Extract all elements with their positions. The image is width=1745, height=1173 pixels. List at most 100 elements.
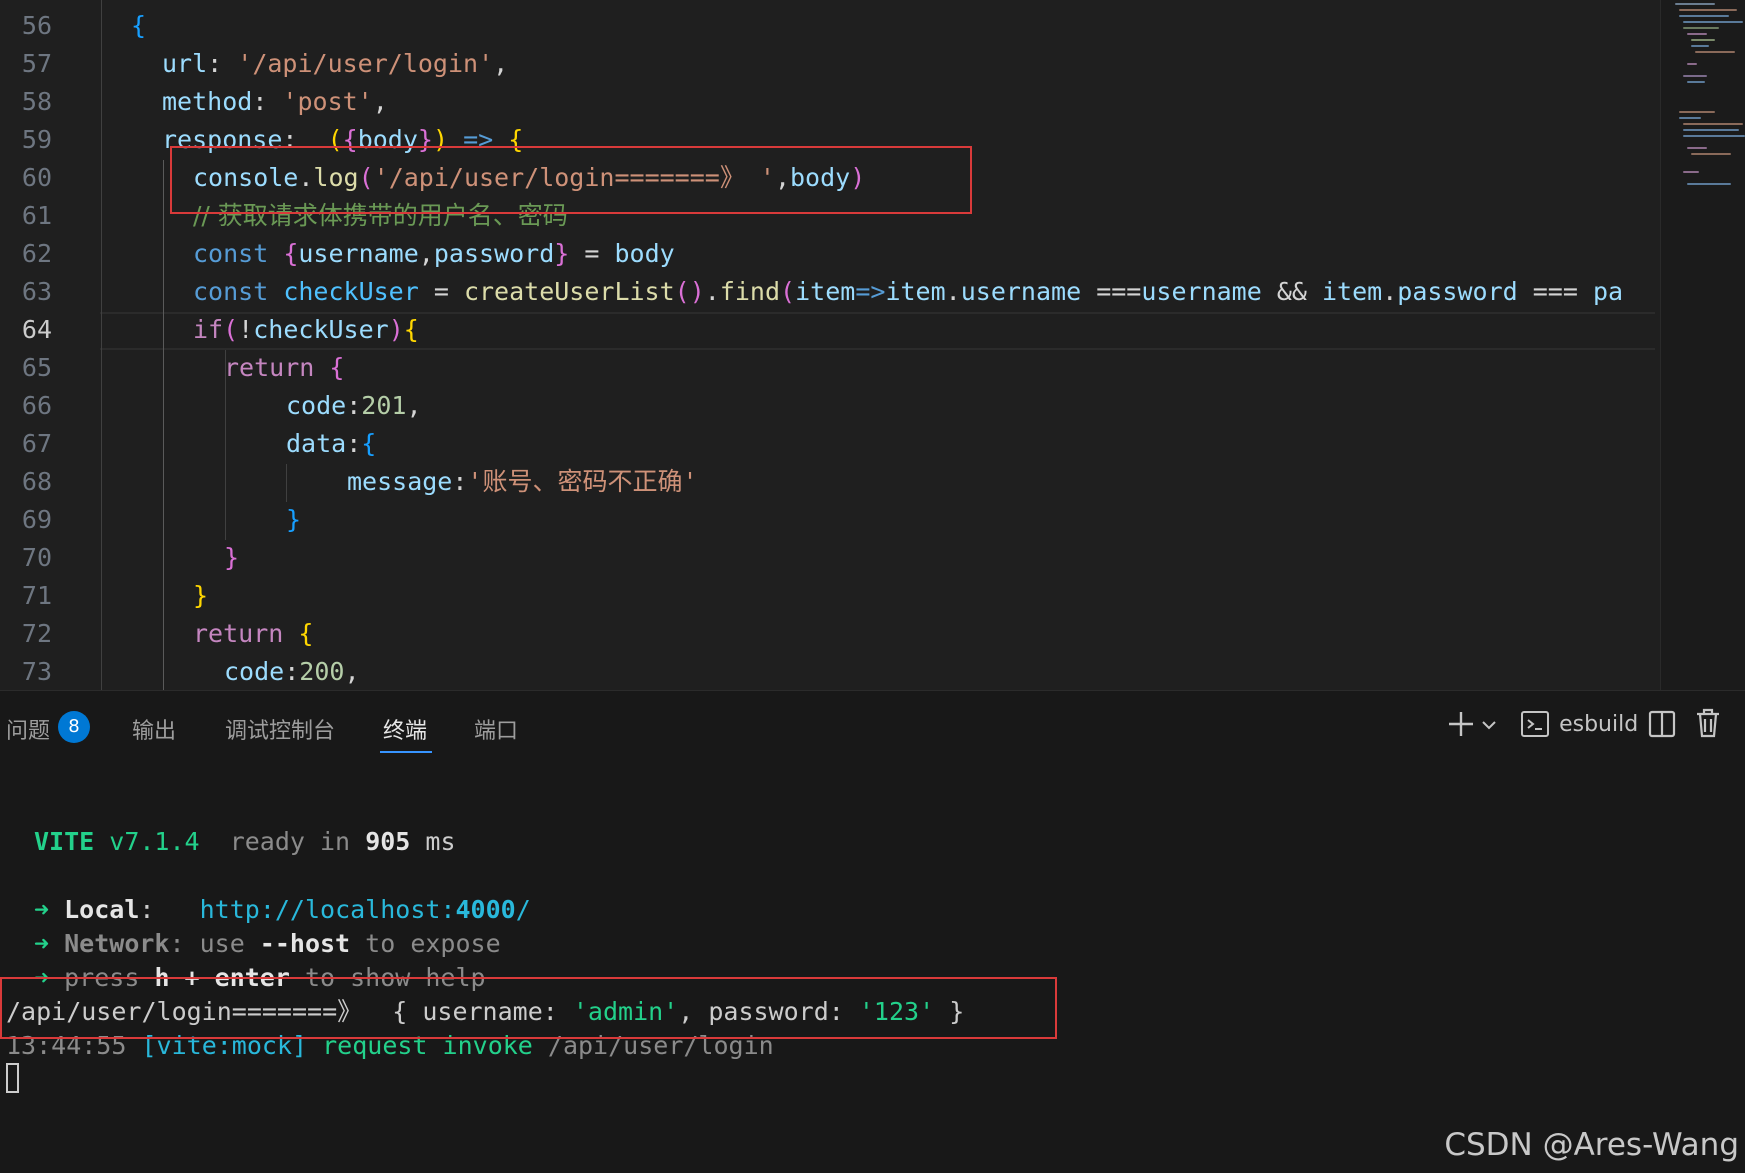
token: ===	[1081, 277, 1142, 306]
token: }	[554, 239, 570, 268]
code-line-73[interactable]: code:200,	[224, 653, 360, 690]
token: :	[207, 49, 238, 78]
code-line-72[interactable]: return {	[193, 615, 313, 653]
token: :	[252, 87, 283, 116]
code-line-64[interactable]: if(!checkUser){	[193, 311, 419, 349]
token: ,	[372, 87, 388, 116]
line-number: 57	[21, 49, 52, 78]
code-editor[interactable]: 56 57 58 59 60 61 62 63 64 65 66 67 68 6…	[0, 0, 1745, 690]
active-tab-indicator	[380, 751, 432, 753]
code-line-71[interactable]: }	[193, 577, 208, 615]
token: code	[224, 657, 285, 686]
token: const	[193, 239, 284, 268]
tab-output[interactable]: 输出	[132, 713, 176, 745]
token: 200	[299, 657, 345, 686]
token: .	[945, 277, 961, 306]
line-number-active: 64	[21, 315, 52, 344]
minimap-line	[1687, 183, 1731, 185]
token: :	[346, 429, 362, 458]
ready-ms-unit: ms	[425, 827, 456, 856]
token: ,	[493, 49, 509, 78]
token: item	[885, 277, 946, 306]
code-line-68[interactable]: message:'账号、密码不正确'	[347, 463, 698, 501]
kill-terminal-button[interactable]	[1695, 707, 1721, 743]
token: {	[403, 315, 419, 344]
token: :	[284, 657, 300, 686]
minimap-line	[1679, 117, 1701, 119]
token: body	[614, 239, 675, 268]
token: (	[223, 315, 239, 344]
minimap-line	[1687, 147, 1707, 149]
local-label: Local	[64, 895, 140, 924]
code-line-63[interactable]: const checkUser = createUserList().find(…	[193, 273, 1623, 311]
network-label: Network	[64, 929, 170, 958]
token: username	[1141, 277, 1262, 306]
token: ,	[344, 657, 360, 686]
url-port: 4000	[455, 895, 516, 924]
token: }	[193, 581, 209, 610]
minimap-line	[1683, 171, 1699, 173]
token: 'post'	[282, 87, 373, 116]
local-url-link[interactable]: http://localhost:4000/	[200, 895, 531, 924]
code-line-62[interactable]: const {username,password} = body	[193, 235, 675, 273]
tab-label: 问题	[6, 719, 51, 744]
indent-guide	[163, 160, 164, 690]
network-text: to expose	[350, 929, 501, 958]
token: checkUser	[283, 277, 419, 306]
token: password	[1397, 277, 1518, 306]
trash-icon	[1697, 708, 1719, 738]
terminal-dropdown-button[interactable]	[1481, 717, 1497, 737]
code-line-66[interactable]: code:201,	[286, 387, 422, 425]
tab-problems[interactable]: 问题	[6, 713, 50, 745]
split-terminal-button[interactable]	[1648, 709, 1676, 743]
code-line-56[interactable]: {	[131, 7, 146, 45]
code-line-57[interactable]: url: '/api/user/login',	[162, 45, 508, 83]
line-number: 69	[21, 505, 52, 534]
token: =	[569, 239, 615, 268]
minimap-line	[1687, 63, 1697, 65]
minimap-line	[1691, 45, 1709, 47]
token: code	[286, 391, 347, 420]
problems-count-badge: 8	[58, 711, 90, 743]
minimap-line	[1687, 81, 1705, 83]
minimap-line	[1679, 9, 1737, 11]
code-line-69[interactable]: }	[286, 501, 301, 539]
watermark: CSDN @Ares-Wang	[1444, 1127, 1739, 1163]
terminal-profile-button[interactable]: esbuild	[1520, 709, 1638, 739]
vite-ready-line: VITE v7.1.4 ready in 905 ms	[34, 825, 456, 859]
tab-ports[interactable]: 端口	[474, 713, 518, 745]
token: method	[162, 87, 253, 116]
chevron-down-icon	[1482, 721, 1496, 730]
minimap-line	[1679, 111, 1715, 113]
line-number: 71	[21, 581, 52, 610]
highlight-box-console-log	[170, 146, 972, 214]
token: :	[346, 391, 362, 420]
token: find	[719, 277, 781, 306]
line-number: 61	[21, 201, 52, 230]
new-terminal-button[interactable]	[1446, 709, 1476, 743]
line-number: 68	[21, 467, 52, 496]
token: }	[286, 505, 302, 534]
token: checkUser	[253, 315, 389, 344]
minimap-line	[1683, 135, 1745, 137]
token: url	[162, 49, 208, 78]
tab-terminal[interactable]: 终端	[383, 713, 427, 745]
code-line-65[interactable]: return {	[224, 349, 344, 387]
url-part: http://localhost:	[199, 895, 456, 924]
token: createUserList	[463, 277, 675, 306]
vite-label: VITE	[34, 827, 95, 856]
tab-debug-console[interactable]: 调试控制台	[225, 713, 335, 745]
minimap[interactable]	[1660, 0, 1745, 690]
minimap-line	[1679, 15, 1729, 17]
token: =	[418, 277, 464, 306]
indent-guide	[101, 0, 102, 690]
token: ()	[674, 277, 705, 306]
code-line-70[interactable]: }	[224, 539, 239, 577]
tab-label: 端口	[474, 719, 519, 744]
minimap-line	[1691, 153, 1731, 155]
code-line-67[interactable]: data:{	[286, 425, 376, 463]
token: }	[224, 543, 240, 572]
minimap-line	[1691, 39, 1715, 41]
code-line-58[interactable]: method: 'post',	[162, 83, 388, 121]
line-number: 59	[21, 125, 52, 154]
